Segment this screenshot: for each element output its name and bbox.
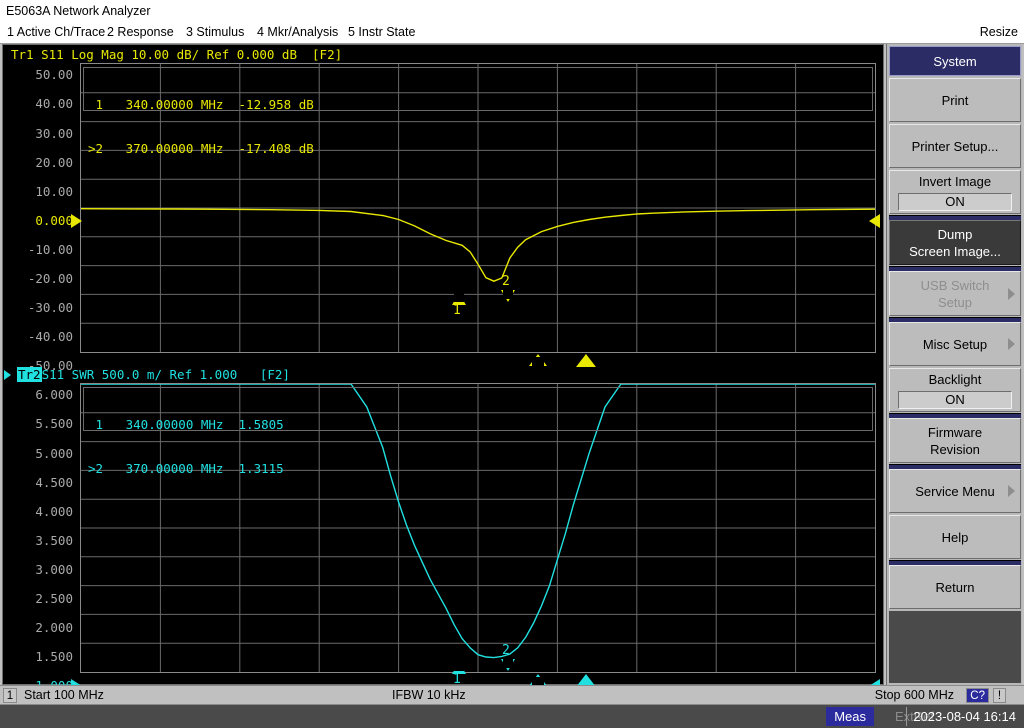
- softkey-print[interactable]: Print: [889, 78, 1021, 122]
- softkey-backlight-label: Backlight: [928, 372, 982, 387]
- window-title-bar: E5063A Network Analyzer: [0, 0, 1024, 22]
- softkey-title-label: System: [933, 53, 977, 69]
- trace2-name-badge[interactable]: Tr2: [17, 367, 42, 382]
- trace1-marker-row-2: >2 370.00000 MHz -17.408 dB: [88, 141, 314, 156]
- softkey-service-menu[interactable]: Service Menu: [889, 469, 1021, 513]
- trace2-ytick: 5.500: [35, 416, 73, 431]
- softkey-printer-setup[interactable]: Printer Setup...: [889, 124, 1021, 168]
- softkey-empty-area: [889, 611, 1021, 683]
- softkey-backlight-value[interactable]: ON: [898, 391, 1012, 409]
- trace1-ytick: 10.00: [35, 184, 73, 199]
- trace2-header-row[interactable]: Tr2S11 SWR 500.0 m/ Ref 1.000 [F2]: [17, 366, 290, 383]
- trace2-header: S11 SWR 500.0 m/ Ref 1.000 [F2]: [41, 367, 290, 382]
- trace2-active-arrow-icon: [4, 370, 11, 380]
- trace2-ytick: 2.000: [35, 620, 73, 635]
- trace1-ref-marker-right[interactable]: [869, 214, 880, 228]
- chevron-right-icon: [1008, 287, 1015, 300]
- menu-item-response[interactable]: 2 Response: [104, 22, 177, 43]
- trace1-ytick: -10.00: [27, 242, 73, 257]
- trace1-marker-row-1: 1 340.00000 MHz -12.958 dB: [88, 97, 314, 112]
- trace1-ytick: -30.00: [27, 300, 73, 315]
- softkey-invert-image-value[interactable]: ON: [898, 193, 1012, 211]
- chevron-right-icon: [1008, 338, 1015, 350]
- trace1-marker-1-label: 1: [453, 303, 461, 318]
- main-area: Tr1 S11 Log Mag 10.00 dB/ Ref 0.000 dB […: [0, 44, 1024, 693]
- trace2-block[interactable]: Tr2S11 SWR 500.0 m/ Ref 1.000 [F2] 6.000…: [3, 365, 883, 693]
- trace1-ytick: 50.00: [35, 67, 73, 82]
- trace1-ytick: 40.00: [35, 96, 73, 111]
- trace1-ytick-ref: 0.000: [35, 213, 73, 228]
- softkey-firmware-revision-label: Firmware Revision: [927, 424, 983, 457]
- trace2-marker-2-label: 2: [502, 643, 510, 658]
- status-warning-badge[interactable]: !: [993, 688, 1006, 703]
- trace2-marker-row-1: 1 340.00000 MHz 1.5805: [88, 417, 284, 432]
- resize-label[interactable]: Resize: [980, 22, 1018, 43]
- trace1-block[interactable]: Tr1 S11 Log Mag 10.00 dB/ Ref 0.000 dB […: [3, 45, 883, 373]
- status-ifbw[interactable]: IFBW 10 kHz: [392, 686, 466, 705]
- softkey-return-label: Return: [935, 579, 975, 595]
- softkey-misc-setup[interactable]: Misc Setup: [889, 322, 1021, 366]
- trace2-ytick: 6.000: [35, 387, 73, 402]
- trace1-ytick: 30.00: [35, 126, 73, 141]
- status-stop-freq[interactable]: Stop 600 MHz: [875, 686, 954, 705]
- trace2-ytick: 4.500: [35, 475, 73, 490]
- status-channel-badge[interactable]: 1: [3, 688, 17, 703]
- softkey-service-menu-label: Service Menu: [915, 483, 995, 499]
- status-bar: 1 Start 100 MHz IFBW 10 kHz Stop 600 MHz…: [0, 685, 1024, 705]
- trace1-marker-2-label: 2: [502, 274, 510, 289]
- menu-item-active-ch-trace[interactable]: 1 Active Ch/Trace: [4, 22, 108, 43]
- softkey-printer-setup-label: Printer Setup...: [911, 138, 999, 154]
- softkey-help-label: Help: [941, 529, 969, 545]
- softkey-backlight[interactable]: Backlight ON: [889, 368, 1021, 412]
- trace2-ytick: 4.000: [35, 504, 73, 519]
- bottom-datetime: 2023-08-04 16:14: [906, 707, 1022, 726]
- menu-item-stimulus[interactable]: 3 Stimulus: [183, 22, 247, 43]
- trace1-header[interactable]: Tr1 S11 Log Mag 10.00 dB/ Ref 0.000 dB […: [11, 46, 342, 63]
- menu-bar: 1 Active Ch/Trace 2 Response 3 Stimulus …: [0, 22, 1024, 44]
- softkey-misc-setup-label: Misc Setup: [922, 336, 988, 352]
- softkey-firmware-revision[interactable]: Firmware Revision: [889, 418, 1021, 463]
- trace2-ytick: 3.000: [35, 562, 73, 577]
- trace1-ytick: -40.00: [27, 329, 73, 344]
- trace2-ytick: 3.500: [35, 533, 73, 548]
- window-title: E5063A Network Analyzer: [6, 4, 151, 18]
- trace1-marker-table: 1 340.00000 MHz -12.958 dB >2 370.00000 …: [83, 67, 873, 156]
- softkey-title-system[interactable]: System: [889, 46, 1021, 76]
- softkey-invert-image-label: Invert Image: [918, 174, 992, 189]
- menu-item-instr-state[interactable]: 5 Instr State: [345, 22, 418, 43]
- trace1-ytick: 20.00: [35, 155, 73, 170]
- trace2-marker-table: 1 340.00000 MHz 1.5805 >2 370.00000 MHz …: [83, 387, 873, 476]
- trace2-ytick: 5.000: [35, 446, 73, 461]
- softkey-help[interactable]: Help: [889, 515, 1021, 559]
- softkey-usb-switch-setup: USB Switch Setup: [889, 271, 1021, 316]
- trace2-marker-row-2: >2 370.00000 MHz 1.3115: [88, 461, 284, 476]
- softkey-dump-screen-image[interactable]: Dump Screen Image...: [889, 220, 1021, 265]
- trace1-ref-marker-left[interactable]: [71, 214, 82, 228]
- softkey-menu: System Print Printer Setup... Invert Ima…: [886, 44, 1022, 685]
- trace2-ytick: 1.500: [35, 649, 73, 664]
- softkey-print-label: Print: [941, 92, 969, 108]
- bottom-meas-badge[interactable]: Meas: [826, 707, 874, 726]
- chevron-right-icon: [1008, 485, 1015, 497]
- instrument-display-panel[interactable]: Tr1 S11 Log Mag 10.00 dB/ Ref 0.000 dB […: [2, 44, 884, 693]
- trace1-ytick: -20.00: [27, 271, 73, 286]
- menu-item-mkr-analysis[interactable]: 4 Mkr/Analysis: [254, 22, 341, 43]
- bottom-bar: Meas ExtRef 2023-08-04 16:14: [0, 705, 1024, 728]
- softkey-invert-image[interactable]: Invert Image ON: [889, 170, 1021, 214]
- trace2-ytick: 2.500: [35, 591, 73, 606]
- status-start-freq[interactable]: Start 100 MHz: [24, 686, 104, 705]
- status-cal-badge[interactable]: C?: [966, 688, 989, 703]
- softkey-dump-screen-image-label: Dump Screen Image...: [909, 226, 1001, 259]
- softkey-return[interactable]: Return: [889, 565, 1021, 609]
- softkey-usb-switch-setup-label: USB Switch Setup: [920, 277, 990, 310]
